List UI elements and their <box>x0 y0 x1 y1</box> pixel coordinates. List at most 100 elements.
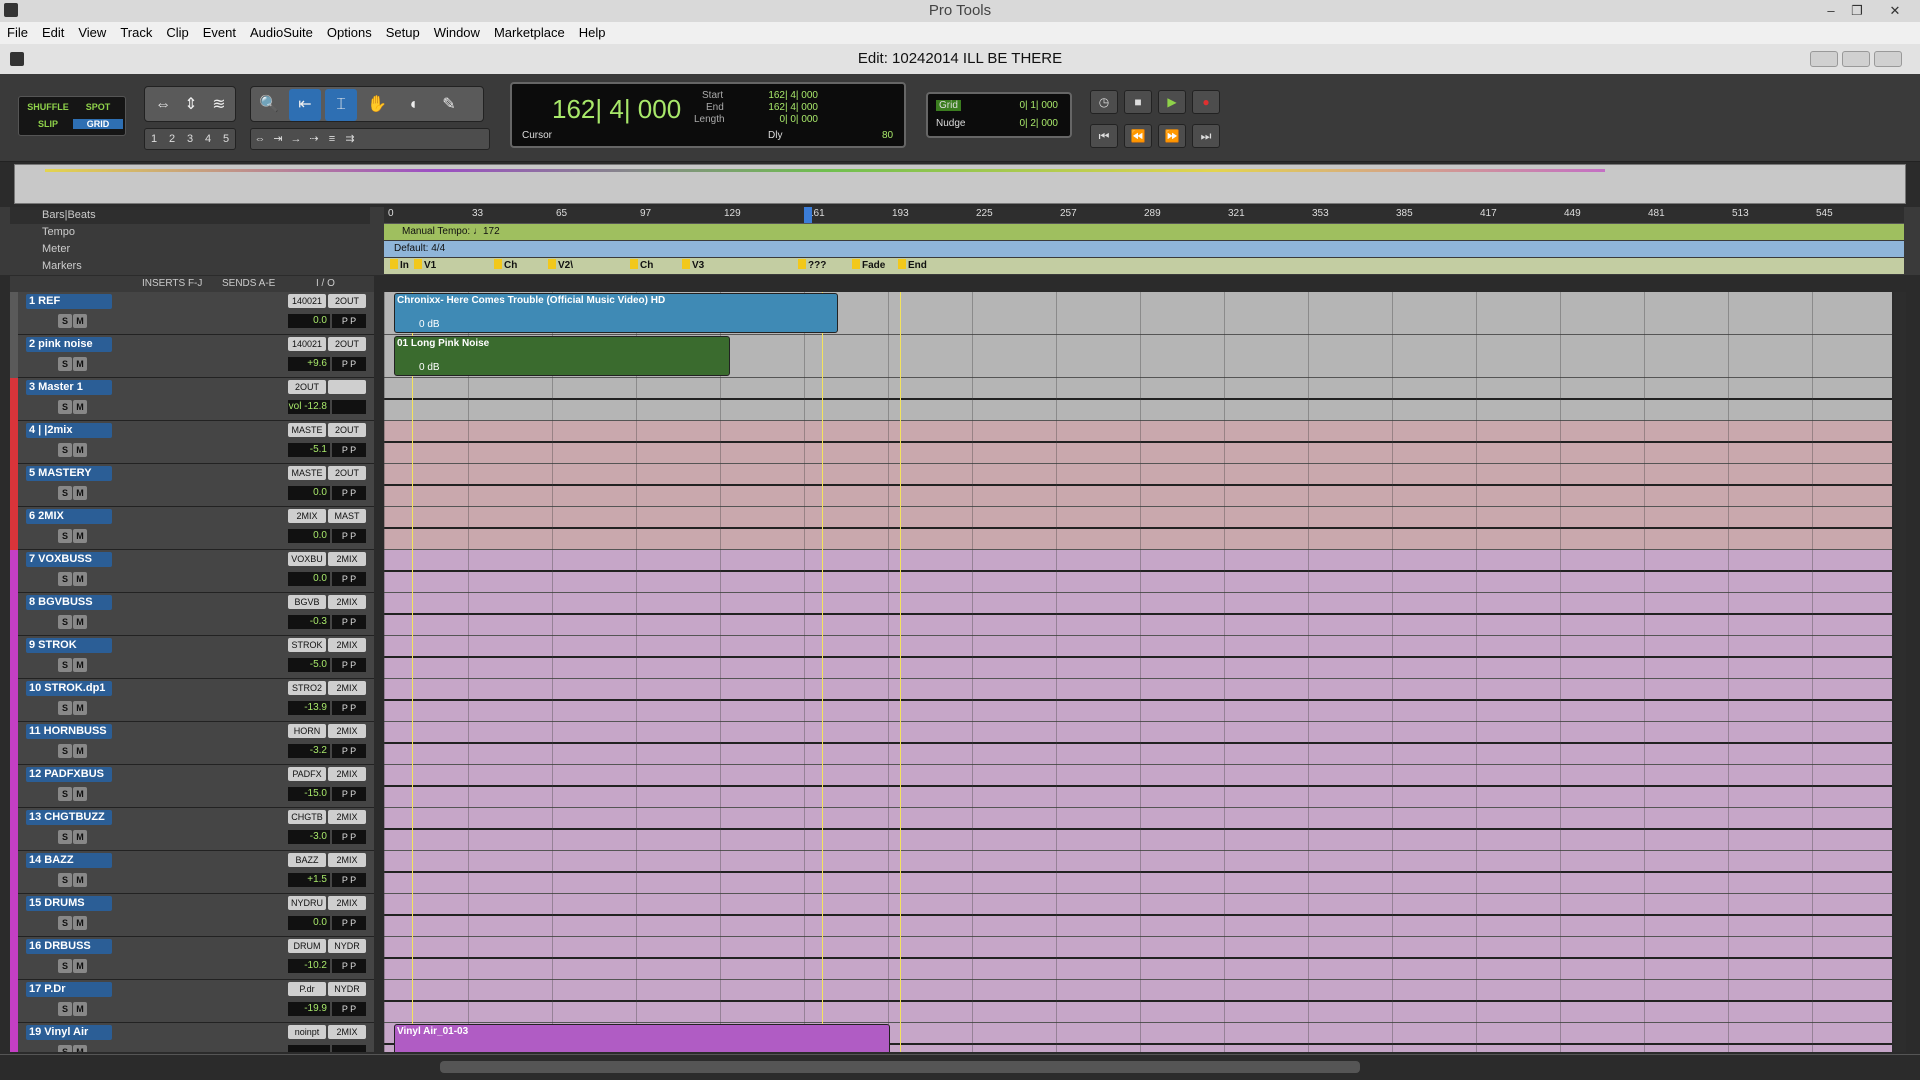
mute-button[interactable]: M <box>73 357 87 371</box>
grabber-hand-icon[interactable]: ✋ <box>361 89 393 121</box>
track-header[interactable]: 15 DRUMS S M NYDRU 2MIX 0.0 P P <box>10 894 374 937</box>
track-output[interactable]: 2MIX <box>328 853 366 867</box>
track-volume[interactable]: 0.0 <box>288 916 330 930</box>
zoom-waveform-icon[interactable]: ≋ <box>203 89 235 121</box>
solo-button[interactable]: S <box>58 959 72 973</box>
menu-track[interactable]: Track <box>113 22 159 44</box>
marker-3[interactable]: V2\ <box>548 259 573 271</box>
track-pan[interactable]: P P <box>332 443 366 457</box>
track-header[interactable]: 7 VOXBUSS S M VOXBU 2MIX 0.0 P P <box>10 550 374 593</box>
track-lane[interactable] <box>384 679 1892 722</box>
track-input[interactable]: P.dr <box>288 982 326 996</box>
close-button[interactable]: ✕ <box>1884 0 1906 22</box>
track-output[interactable]: 2MIX <box>328 810 366 824</box>
track-output[interactable]: 2OUT <box>328 466 366 480</box>
solo-button[interactable]: S <box>58 658 72 672</box>
tempo-ruler[interactable]: Manual Tempo: ♩172 <box>384 224 1904 240</box>
track-lane[interactable] <box>384 378 1892 421</box>
pencil-icon[interactable]: ✎ <box>433 89 465 121</box>
scrubber-icon[interactable]: ◖ <box>397 89 429 121</box>
track-input[interactable]: PADFX <box>288 767 326 781</box>
rewind-icon[interactable]: ⏪ <box>1124 124 1152 148</box>
mute-button[interactable]: M <box>73 572 87 586</box>
track-header[interactable]: 12 PADFXBUS S M PADFX 2MIX -15.0 P P <box>10 765 374 808</box>
play-icon[interactable]: ▶ <box>1158 90 1186 114</box>
track-volume[interactable]: -3.0 <box>288 830 330 844</box>
mute-button[interactable]: M <box>73 486 87 500</box>
bars-beats-ruler-label[interactable]: Bars|Beats <box>10 207 370 224</box>
track-pan[interactable]: P P <box>332 572 366 586</box>
track-output[interactable]: 2MIX <box>328 638 366 652</box>
track-output[interactable]: NYDR <box>328 939 366 953</box>
marker-6[interactable]: ??? <box>798 259 826 271</box>
track-name[interactable]: 11 HORNBUSS <box>26 724 112 739</box>
track-name[interactable]: 10 STROK.dp1 <box>26 681 112 696</box>
solo-button[interactable]: S <box>58 830 72 844</box>
automation-line[interactable] <box>384 1000 1892 1002</box>
grid-label[interactable]: Grid <box>936 100 961 111</box>
track-pan[interactable]: P P <box>332 873 366 887</box>
track-name[interactable]: 5 MASTERY <box>26 466 112 481</box>
automation-line[interactable] <box>384 398 1892 400</box>
track-volume[interactable]: 0.0 <box>288 529 330 543</box>
track-volume[interactable]: 0.0 <box>288 486 330 500</box>
mute-button[interactable]: M <box>73 529 87 543</box>
solo-button[interactable]: S <box>58 1002 72 1016</box>
meter-ruler[interactable]: Default: 4/4 <box>384 241 1904 257</box>
track-volume[interactable]: 0.0 <box>288 314 330 328</box>
solo-button[interactable]: S <box>58 529 72 543</box>
track-lane[interactable] <box>384 507 1892 550</box>
track-lane[interactable] <box>384 937 1892 980</box>
track-header[interactable]: 19 Vinyl Air S Mnoinpt 2MIX <box>10 1023 374 1052</box>
track-lane[interactable] <box>384 980 1892 1023</box>
automation-line[interactable] <box>384 699 1892 701</box>
mute-button[interactable]: M <box>73 787 87 801</box>
track-output[interactable] <box>328 380 366 394</box>
track-name[interactable]: 1 REF <box>26 294 112 309</box>
track-output[interactable]: 2MIX <box>328 681 366 695</box>
automation-line[interactable] <box>384 742 1892 744</box>
track-input[interactable]: MASTE <box>288 423 326 437</box>
meter-ruler-label[interactable]: Meter <box>10 241 370 258</box>
track-name[interactable]: 19 Vinyl Air <box>26 1025 112 1040</box>
track-name[interactable]: 17 P.Dr <box>26 982 112 997</box>
zoom-preset[interactable]: 1 <box>145 129 163 149</box>
mute-button[interactable]: M <box>73 658 87 672</box>
track-output[interactable]: 2MIX <box>328 896 366 910</box>
zoom-preset[interactable]: 5 <box>217 129 235 149</box>
track-input[interactable]: HORN <box>288 724 326 738</box>
track-input[interactable]: CHGTB <box>288 810 326 824</box>
marker-4[interactable]: Ch <box>630 259 653 271</box>
mute-button[interactable]: M <box>73 744 87 758</box>
solo-button[interactable]: S <box>58 701 72 715</box>
track-header[interactable]: 10 STROK.dp1 S M STRO2 2MIX -13.9 P P <box>10 679 374 722</box>
vertical-scrollbar[interactable] <box>1894 292 1906 1052</box>
automation-line[interactable] <box>384 957 1892 959</box>
zoom-preset[interactable]: 2 <box>163 129 181 149</box>
track-lane[interactable] <box>384 808 1892 851</box>
track-header[interactable]: 3 Master 1 S M 2OUT vol -12.8 <box>10 378 374 421</box>
length-value[interactable]: 0| 0| 000 <box>748 114 818 125</box>
automation-line[interactable] <box>384 914 1892 916</box>
track-output[interactable]: 2OUT <box>328 423 366 437</box>
track-input[interactable]: 140021 <box>288 337 326 351</box>
online-icon[interactable]: ◷ <box>1090 90 1118 114</box>
solo-button[interactable]: S <box>58 443 72 457</box>
solo-button[interactable]: S <box>58 873 72 887</box>
menu-setup[interactable]: Setup <box>379 22 427 44</box>
track-output[interactable]: 2OUT <box>328 337 366 351</box>
audio-clip[interactable]: Chronixx- Here Comes Trouble (Official M… <box>394 293 838 333</box>
track-volume[interactable]: -13.9 <box>288 701 330 715</box>
minimize-button[interactable]: – <box>1820 0 1842 22</box>
mute-button[interactable]: M <box>73 314 87 328</box>
track-volume[interactable]: vol -12.8 <box>288 400 330 414</box>
trim-tool-icon[interactable]: ⇤ <box>289 89 321 121</box>
track-input[interactable]: 2OUT <box>288 380 326 394</box>
track-pan[interactable]: P P <box>332 1002 366 1016</box>
go-to-end-icon[interactable]: ⏭ <box>1192 124 1220 148</box>
track-output[interactable]: 2MIX <box>328 595 366 609</box>
menu-edit[interactable]: Edit <box>35 22 71 44</box>
track-pan[interactable]: P P <box>332 529 366 543</box>
track-header[interactable]: 2 pink noise S M 140021 2OUT +9.6 P P <box>10 335 374 378</box>
track-pan[interactable]: P P <box>332 314 366 328</box>
